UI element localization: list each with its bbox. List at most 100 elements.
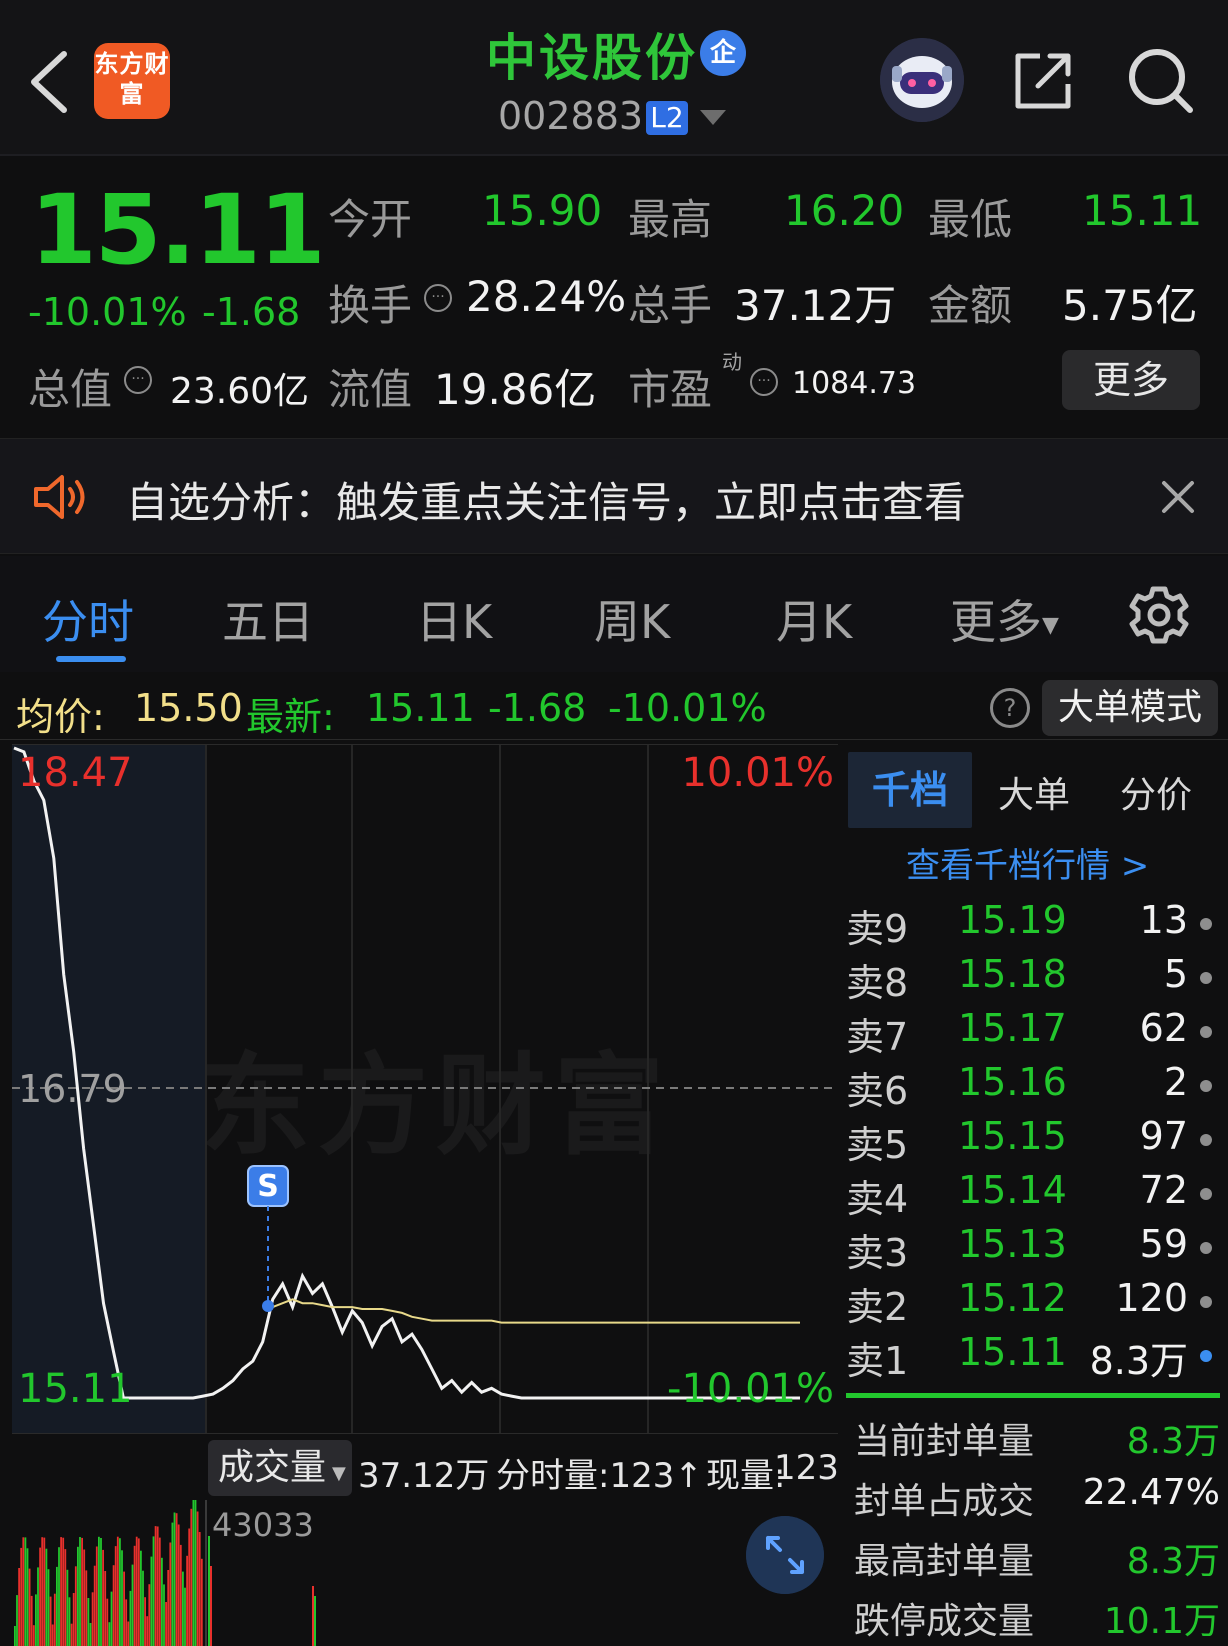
volume-bar bbox=[49, 1596, 52, 1646]
order-book-row[interactable]: 卖8 15.18 5 bbox=[846, 952, 1222, 1006]
order-book-row[interactable]: 卖1 15.11 8.3万 bbox=[846, 1330, 1222, 1384]
volume-bar bbox=[79, 1537, 81, 1646]
volume-max-label: 43033 bbox=[212, 1506, 314, 1544]
change-amount: -1.68 bbox=[202, 290, 301, 334]
volume-bar bbox=[62, 1537, 65, 1646]
seal-stat-label: 封单占成交 bbox=[854, 1481, 1035, 1522]
volume-bar bbox=[116, 1536, 119, 1646]
order-price: 15.13 bbox=[958, 1222, 1067, 1266]
order-price: 15.12 bbox=[958, 1276, 1067, 1320]
chevron-down-icon[interactable] bbox=[700, 110, 726, 125]
volume-bar bbox=[104, 1571, 107, 1646]
order-book-row[interactable]: 卖6 15.16 2 bbox=[846, 1060, 1222, 1114]
volume-bar bbox=[56, 1566, 58, 1646]
search-icon[interactable] bbox=[1126, 46, 1196, 116]
volume-dropdown-label: 成交量 bbox=[218, 1447, 327, 1488]
tick-volume: 分时量:123↑ bbox=[496, 1456, 703, 1496]
volume-bar bbox=[196, 1511, 199, 1646]
order-book-row[interactable]: 卖9 15.19 13 bbox=[846, 898, 1222, 952]
stock-name[interactable]: 中设股份 bbox=[486, 18, 698, 90]
volume-bar bbox=[150, 1556, 153, 1646]
more-quote-button[interactable]: 更多 bbox=[1062, 350, 1200, 410]
help-icon[interactable]: ? bbox=[990, 688, 1030, 728]
active-tab-indicator bbox=[56, 656, 126, 662]
sell-marker[interactable]: S bbox=[247, 1165, 289, 1312]
volume-bar bbox=[53, 1593, 56, 1646]
volume-bar bbox=[165, 1602, 167, 1646]
order-price: 15.17 bbox=[958, 1006, 1067, 1050]
volume-bar bbox=[312, 1586, 314, 1646]
volume-bar bbox=[161, 1557, 163, 1646]
order-level: 卖3 bbox=[846, 1231, 909, 1275]
volume-value: 37.12万 bbox=[734, 281, 897, 330]
order-book-row[interactable]: 卖7 15.17 62 bbox=[846, 1006, 1222, 1060]
level2-badge[interactable]: L2 bbox=[646, 101, 688, 135]
volume-bar bbox=[30, 1595, 33, 1646]
volume-bar bbox=[133, 1545, 136, 1646]
seal-stat-value: 8.3万 bbox=[1126, 1421, 1220, 1462]
tab-price-distribution[interactable]: 分价 bbox=[1120, 766, 1192, 818]
volume-bar bbox=[18, 1568, 20, 1646]
y-min-label: 15.11 bbox=[18, 1366, 133, 1412]
tab-more[interactable]: 更多▼ bbox=[950, 586, 1059, 652]
order-level: 卖1 bbox=[846, 1339, 909, 1383]
info-dots-icon[interactable]: ··· bbox=[424, 284, 452, 312]
volume-bar bbox=[35, 1594, 37, 1646]
tab-big-order[interactable]: 大单 bbox=[998, 766, 1070, 818]
volume-bar bbox=[190, 1508, 193, 1646]
order-book-row[interactable]: 卖5 15.15 97 bbox=[846, 1114, 1222, 1168]
volume-bar bbox=[72, 1593, 75, 1646]
volume-bar bbox=[114, 1546, 117, 1646]
volume-bar bbox=[121, 1550, 123, 1646]
volume-bar bbox=[198, 1532, 201, 1646]
tab-intraday[interactable]: 分时 bbox=[42, 586, 134, 652]
pct-max-label: 10.01% bbox=[681, 750, 834, 796]
intraday-chart[interactable]: 18.47 16.79 15.11 10.01% -10.01% S bbox=[12, 744, 838, 1434]
info-dots-icon[interactable]: ··· bbox=[124, 366, 152, 394]
view-thousand-level-link[interactable]: 查看千档行情 > bbox=[906, 838, 1149, 887]
last-price: 15.11 bbox=[30, 174, 326, 286]
order-book-row[interactable]: 卖3 15.13 59 bbox=[846, 1222, 1222, 1276]
order-quantity: 2 bbox=[1163, 1060, 1188, 1104]
volume-bar bbox=[173, 1512, 176, 1646]
share-icon[interactable] bbox=[1010, 48, 1076, 114]
volume-bar bbox=[127, 1621, 130, 1646]
volume-bar bbox=[51, 1624, 54, 1646]
analysis-banner[interactable]: 自选分析：触发重点关注信号，立即点击查看 bbox=[0, 438, 1228, 554]
gear-icon[interactable] bbox=[1128, 584, 1190, 646]
volume-bar bbox=[148, 1584, 151, 1646]
info-dots-icon[interactable]: ··· bbox=[750, 368, 778, 396]
turnover-value: 28.24% bbox=[466, 272, 627, 321]
tab-weekly-k[interactable]: 周K bbox=[594, 586, 670, 652]
order-book-row[interactable]: 卖4 15.14 72 bbox=[846, 1168, 1222, 1222]
order-quantity: 59 bbox=[1139, 1222, 1188, 1266]
close-icon[interactable] bbox=[1158, 477, 1198, 517]
tab-more-label: 更多 bbox=[950, 595, 1042, 649]
big-order-mode-button[interactable]: 大单模式 bbox=[1042, 680, 1218, 736]
market-cap-label: 总值 bbox=[28, 365, 113, 414]
volume-bar bbox=[24, 1537, 27, 1646]
order-price: 15.19 bbox=[958, 898, 1067, 942]
volume-bar bbox=[192, 1500, 195, 1646]
low-value: 15.11 bbox=[1082, 186, 1203, 235]
volume-bar bbox=[163, 1584, 165, 1646]
order-book-row[interactable]: 卖2 15.12 120 bbox=[846, 1276, 1222, 1330]
banner-text[interactable]: 自选分析：触发重点关注信号，立即点击查看 bbox=[126, 469, 966, 530]
volume-indicator-dropdown[interactable]: 成交量 ▼ bbox=[208, 1440, 352, 1496]
order-quantity: 13 bbox=[1139, 898, 1188, 942]
seal-stat-row: 当前封单量 8.3万 bbox=[854, 1412, 1220, 1468]
tab-monthly-k[interactable]: 月K bbox=[776, 586, 852, 652]
tab-thousand-level[interactable]: 千档 bbox=[848, 752, 972, 828]
volume-bar bbox=[74, 1566, 77, 1646]
order-dot-icon bbox=[1200, 1188, 1212, 1200]
tab-daily-k[interactable]: 日K bbox=[416, 586, 492, 652]
order-dot-icon bbox=[1200, 1080, 1212, 1092]
market-cap-value: 23.60亿 bbox=[170, 371, 310, 412]
order-book-panel: 千档 大单 分价 查看千档行情 > 卖9 15.19 13 卖8 15.18 5 卖7 15.… bbox=[846, 748, 1228, 1646]
expand-icon[interactable] bbox=[746, 1516, 824, 1594]
tab-five-day[interactable]: 五日 bbox=[222, 586, 314, 652]
volume-bar bbox=[154, 1526, 157, 1646]
back-arrow-icon[interactable] bbox=[22, 44, 82, 120]
robot-avatar-icon[interactable] bbox=[880, 38, 964, 122]
volume-bar bbox=[28, 1568, 31, 1646]
